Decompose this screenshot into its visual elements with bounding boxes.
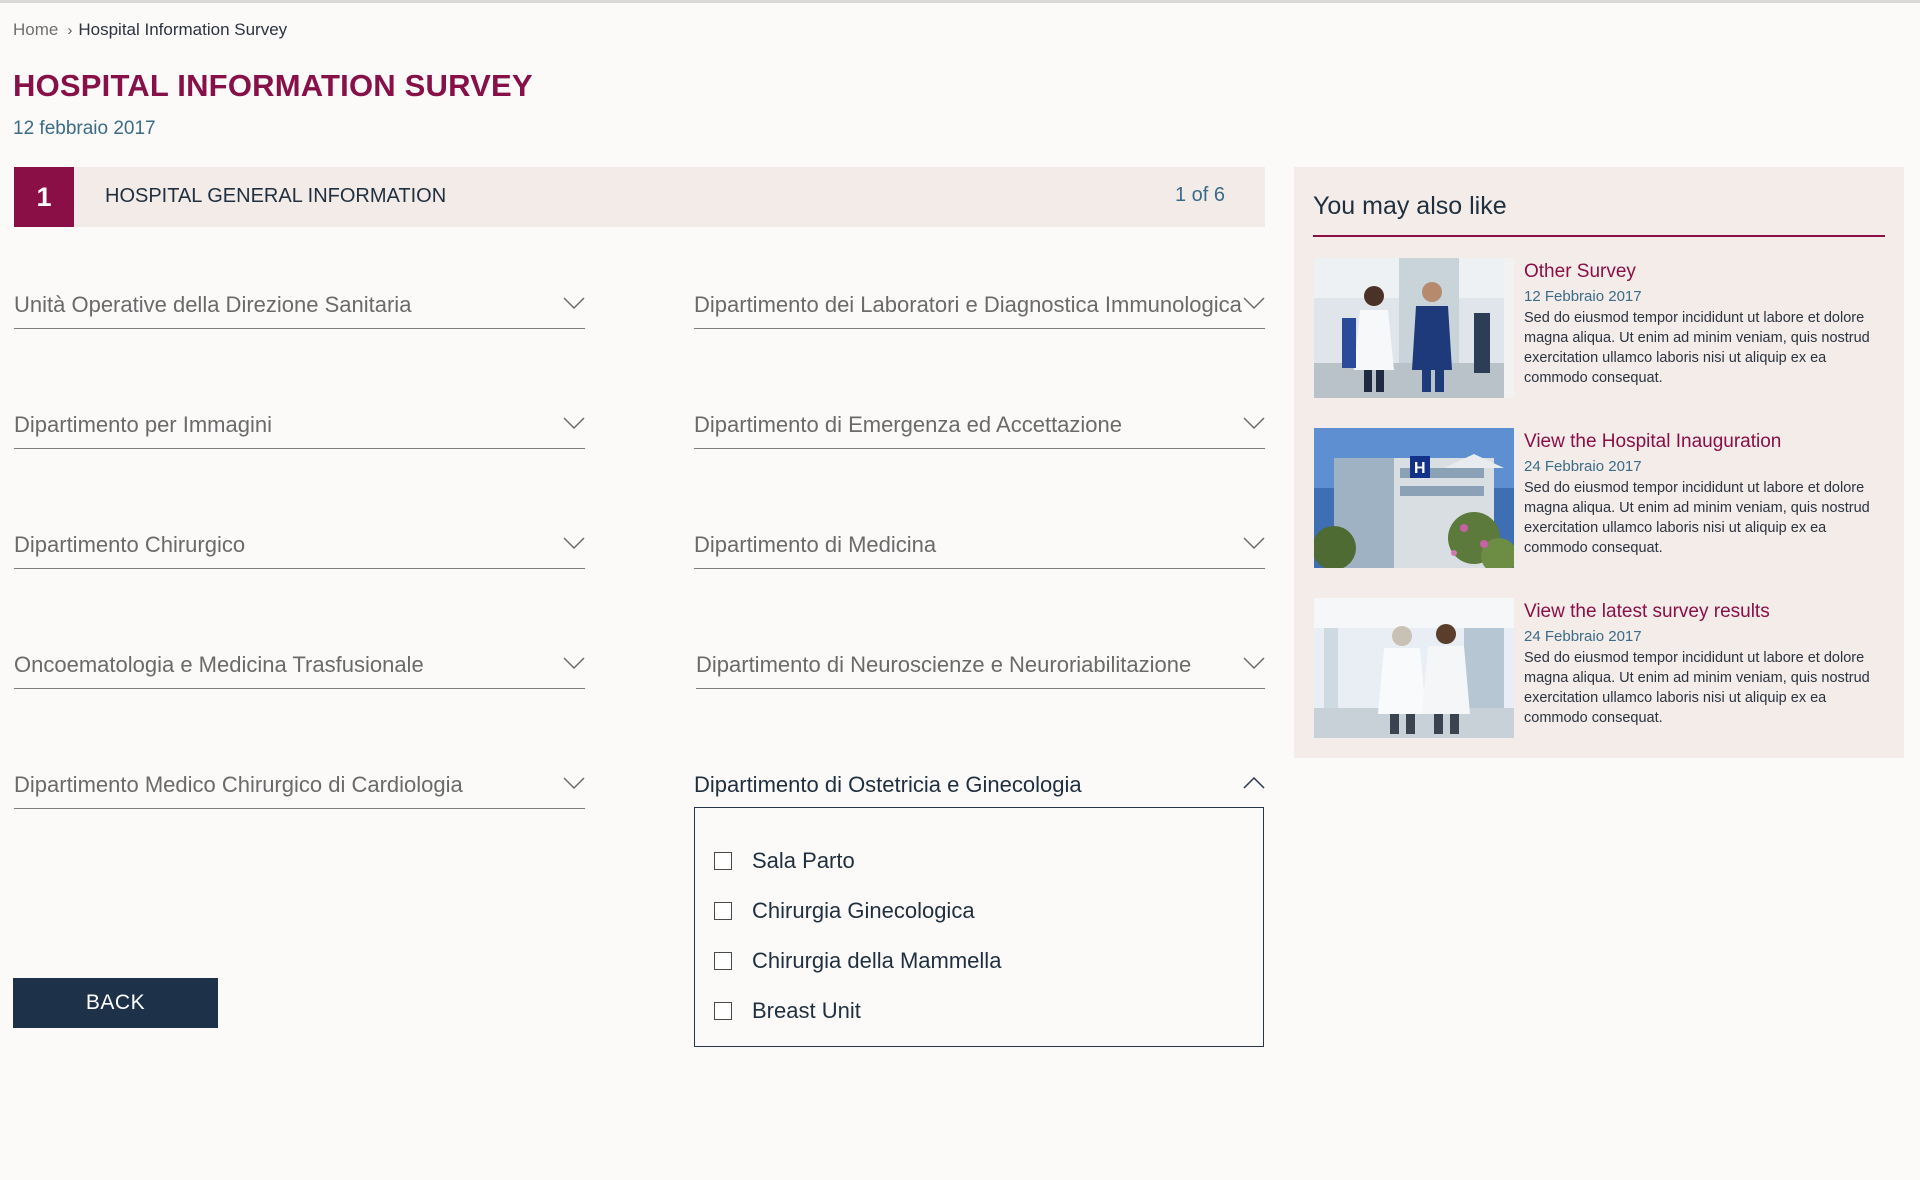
card-title-link[interactable]: View the latest survey results	[1524, 601, 1770, 623]
dropdown-label: Dipartimento di Neuroscienze e Neuroriab…	[696, 652, 1192, 677]
hospital-building-photo[interactable]: H	[1314, 428, 1514, 568]
dropdown-options-panel: Sala Parto Chirurgia Ginecologica Chirur…	[694, 807, 1264, 1047]
dropdown-emergenza[interactable]: Dipartimento di Emergenza ed Accettazion…	[694, 398, 1265, 449]
related-card[interactable]: View the latest survey results 24 Febbra…	[1314, 598, 1894, 738]
dropdown-label: Dipartimento di Emergenza ed Accettazion…	[694, 412, 1123, 437]
step-title: HOSPITAL GENERAL INFORMATION	[105, 185, 447, 207]
top-border	[0, 0, 1920, 3]
page-title: HOSPITAL INFORMATION SURVEY	[13, 68, 533, 103]
dropdown-label: Dipartimento di Medicina	[694, 532, 937, 557]
card-date: 24 Febbraio 2017	[1524, 458, 1642, 475]
chevron-down-icon	[563, 657, 585, 670]
checkbox-icon[interactable]	[714, 902, 732, 920]
related-sidebar: You may also like Other Survey 12 Febbra…	[1294, 167, 1904, 758]
chevron-down-icon	[563, 537, 585, 550]
checkbox-sala-parto[interactable]: Sala Parto	[714, 848, 855, 874]
checkbox-chirurgia-ginecologica[interactable]: Chirurgia Ginecologica	[714, 898, 975, 924]
card-title-link[interactable]: View the Hospital Inauguration	[1524, 431, 1781, 453]
chevron-down-icon	[1243, 417, 1265, 430]
chevron-down-icon	[563, 417, 585, 430]
dropdown-ostetricia-open[interactable]: Dipartimento di Ostetricia e Ginecologia	[694, 758, 1265, 808]
chevron-up-icon	[1243, 776, 1265, 789]
dropdown-label: Oncoematologia e Medicina Trasfusionale	[14, 652, 424, 677]
card-title-link[interactable]: Other Survey	[1524, 261, 1636, 283]
breadcrumb-home-link[interactable]: Home	[13, 20, 58, 40]
chevron-right-icon: ›	[67, 21, 73, 39]
card-date: 12 Febbraio 2017	[1524, 288, 1642, 305]
svg-text:H: H	[1414, 460, 1426, 477]
sidebar-title: You may also like	[1313, 192, 1507, 220]
checkbox-label: Chirurgia Ginecologica	[752, 898, 975, 923]
chevron-down-icon	[1243, 537, 1265, 550]
back-button[interactable]: BACK	[13, 978, 218, 1028]
dropdown-label: Dipartimento di Ostetricia e Ginecologia	[694, 772, 1082, 797]
checkbox-label: Breast Unit	[752, 998, 861, 1023]
breadcrumb: Home › Hospital Information Survey	[13, 20, 287, 40]
dropdown-oncoematologia[interactable]: Oncoematologia e Medicina Trasfusionale	[14, 638, 585, 689]
dropdown-medicina[interactable]: Dipartimento di Medicina	[694, 518, 1265, 569]
dropdown-label: Dipartimento per Immagini	[14, 412, 272, 437]
dropdown-laboratori[interactable]: Dipartimento dei Laboratori e Diagnostic…	[694, 278, 1265, 329]
dropdown-label: Dipartimento Medico Chirurgico di Cardio…	[14, 772, 463, 797]
sidebar-divider	[1313, 235, 1885, 237]
card-date: 24 Febbraio 2017	[1524, 628, 1642, 645]
dropdown-label: Dipartimento dei Laboratori e Diagnostic…	[694, 292, 1242, 317]
chevron-down-icon	[563, 777, 585, 790]
card-description: Sed do eiusmod tempor incididunt ut labo…	[1524, 650, 1870, 726]
card-description: Sed do eiusmod tempor incididunt ut labo…	[1524, 310, 1870, 386]
chevron-down-icon	[1243, 657, 1265, 670]
dropdown-neuroscienze[interactable]: Dipartimento di Neuroscienze e Neuroriab…	[696, 638, 1265, 689]
checkbox-breast-unit[interactable]: Breast Unit	[714, 998, 861, 1024]
dropdown-chirurgico[interactable]: Dipartimento Chirurgico	[14, 518, 585, 569]
dropdown-cardiologia[interactable]: Dipartimento Medico Chirurgico di Cardio…	[14, 758, 585, 809]
breadcrumb-current: Hospital Information Survey	[78, 20, 288, 39]
checkbox-icon[interactable]	[714, 1002, 732, 1020]
dropdown-label: Unità Operative della Direzione Sanitari…	[14, 292, 412, 317]
checkbox-icon[interactable]	[714, 852, 732, 870]
doctors-back-photo[interactable]	[1314, 598, 1514, 738]
checkbox-icon[interactable]	[714, 952, 732, 970]
checkbox-label: Sala Parto	[752, 848, 855, 873]
dropdown-label: Dipartimento Chirurgico	[14, 532, 246, 557]
step-header: 1 HOSPITAL GENERAL INFORMATION 1 of 6	[14, 167, 1265, 227]
chevron-down-icon	[1243, 297, 1265, 310]
step-number-badge: 1	[14, 167, 74, 227]
related-card[interactable]: Other Survey 12 Febbraio 2017 Sed do eiu…	[1314, 258, 1894, 398]
dropdown-immagini[interactable]: Dipartimento per Immagini	[14, 398, 585, 449]
card-description: Sed do eiusmod tempor incididunt ut labo…	[1524, 480, 1870, 556]
related-card[interactable]: H View the Hospital Inauguration 24 Febb…	[1314, 428, 1894, 568]
checkbox-label: Chirurgia della Mammella	[752, 948, 1002, 973]
page-date: 12 febbraio 2017	[13, 118, 156, 139]
step-progress: 1 of 6	[1174, 184, 1225, 206]
checkbox-chirurgia-mammella[interactable]: Chirurgia della Mammella	[714, 948, 1001, 974]
chevron-down-icon	[563, 297, 585, 310]
doctors-walking-photo[interactable]	[1314, 258, 1514, 398]
dropdown-direzione-sanitaria[interactable]: Unità Operative della Direzione Sanitari…	[14, 278, 585, 329]
